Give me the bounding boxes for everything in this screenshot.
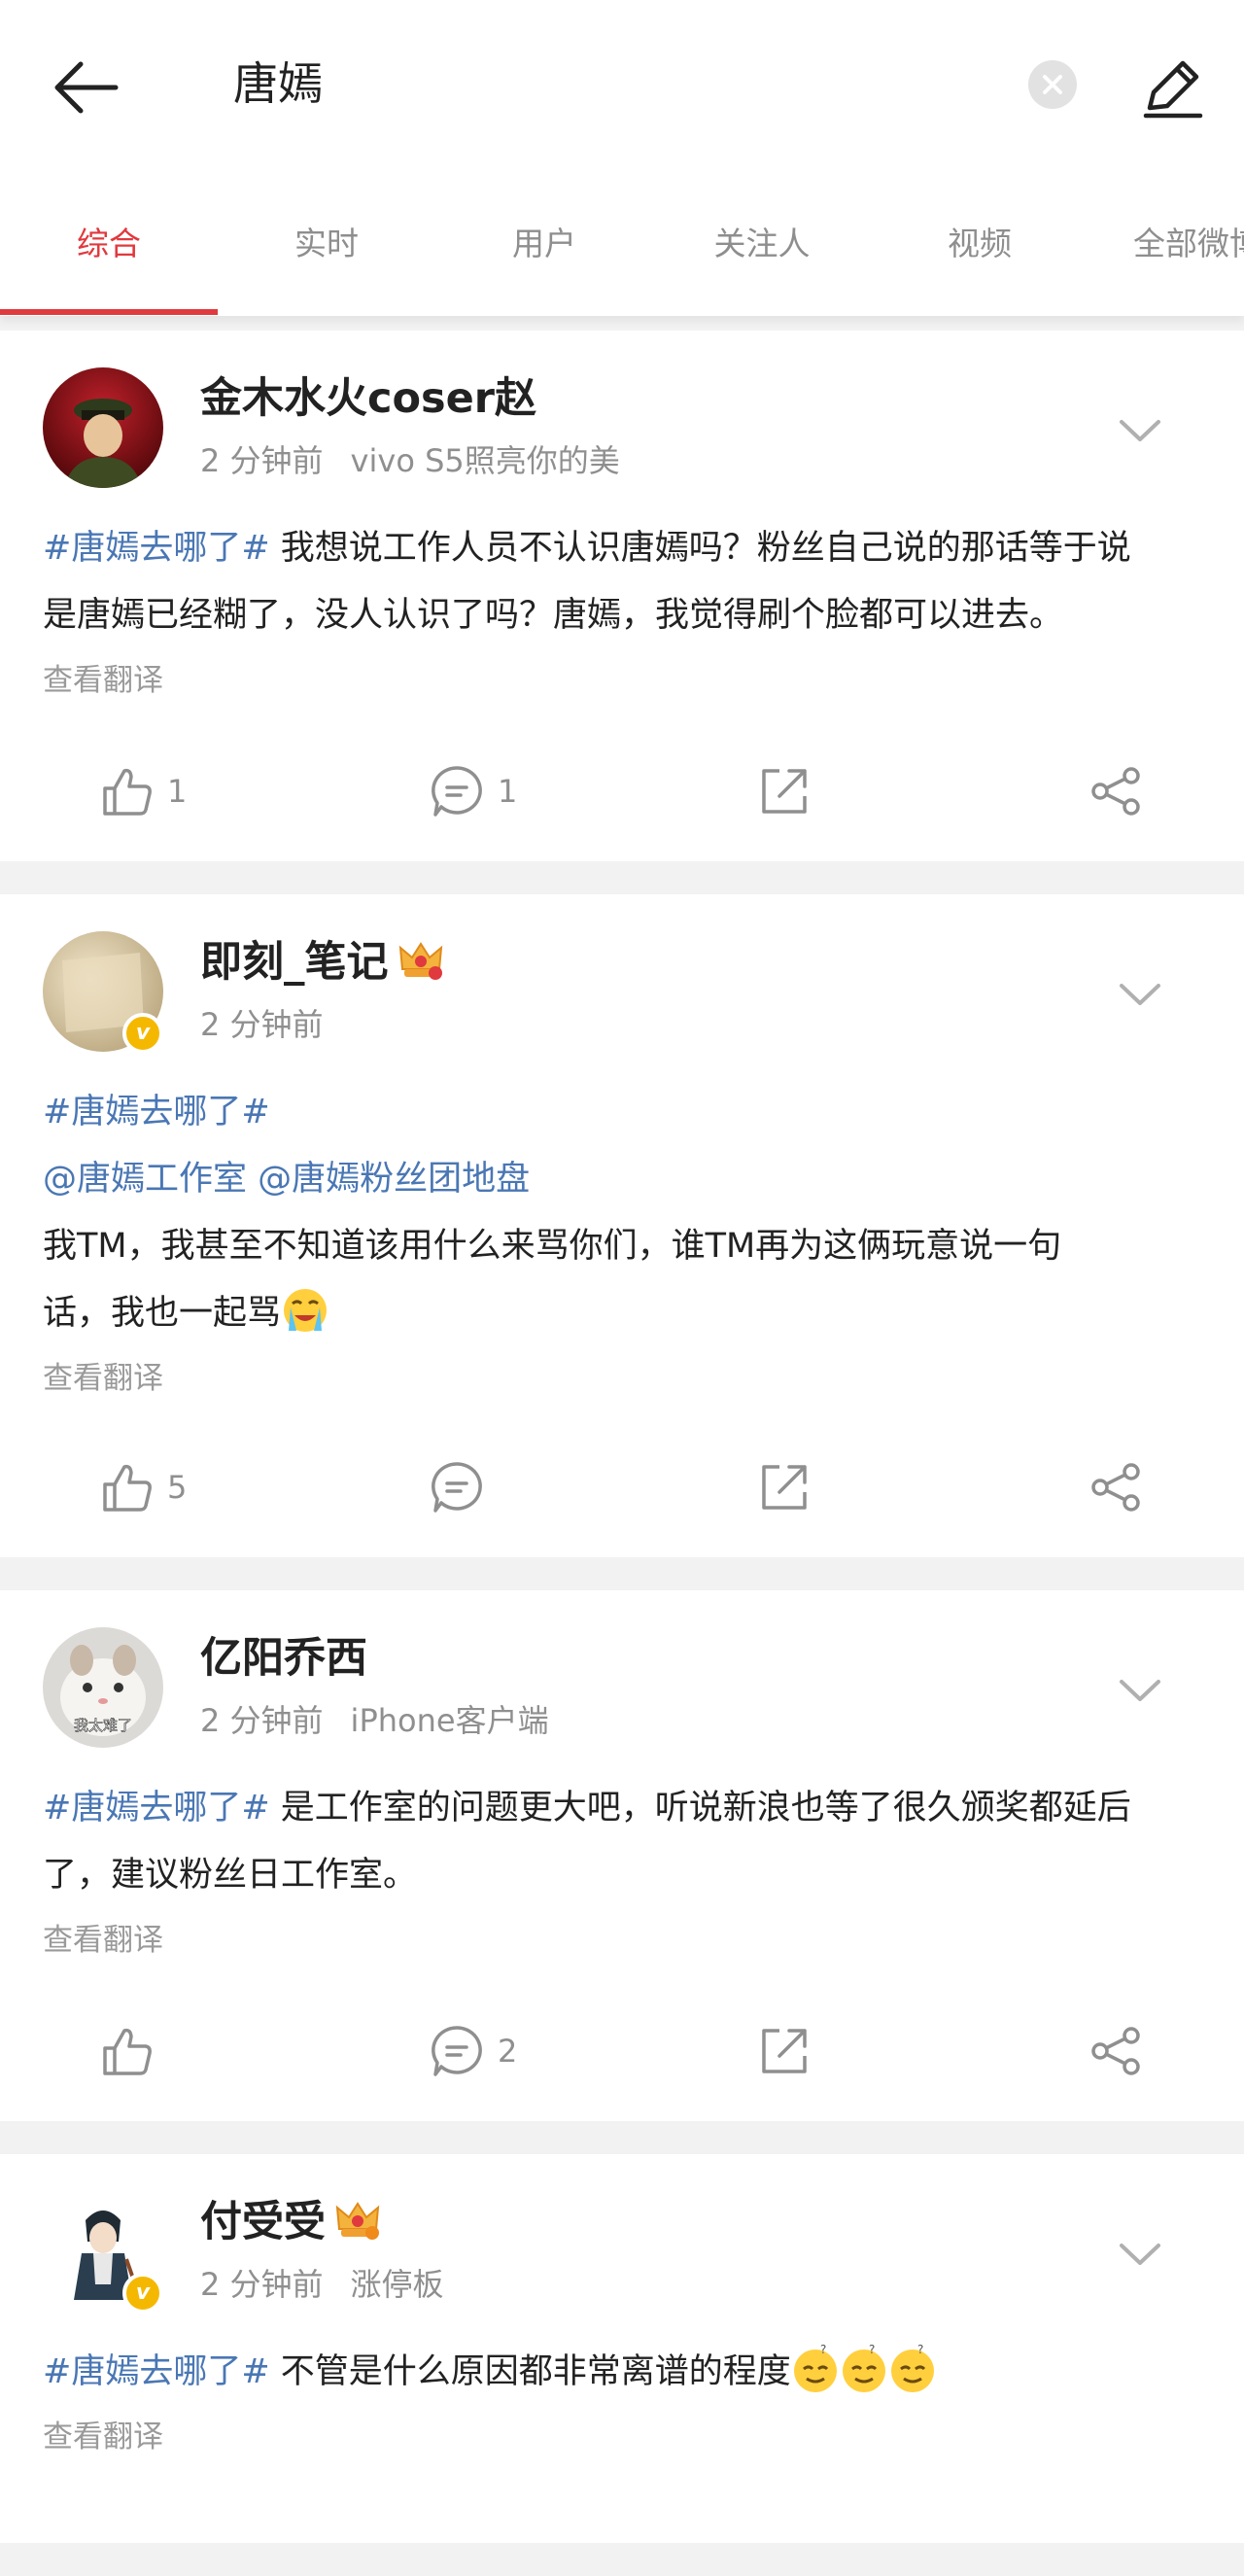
post-meta: 2 分钟前 <box>200 1003 324 1046</box>
post-text: #唐嫣去哪了# @唐嫣工作室 @唐嫣粉丝团地盘 我TM，我甚至不知道该用什么来骂… <box>43 1079 1209 1406</box>
tab-following[interactable]: 关注人 <box>653 222 871 266</box>
search-tabs: 综合 实时 用户 关注人 视频 全部微博 <box>0 175 1244 316</box>
post-source: iPhone客户端 <box>350 1702 549 1739</box>
like-button[interactable] <box>101 2022 154 2080</box>
compose-button[interactable] <box>1133 49 1211 126</box>
user-name[interactable]: 即刻_笔记 <box>200 933 443 992</box>
user-name[interactable]: 金木水火coser赵 <box>200 369 536 428</box>
repost-icon <box>762 1465 807 1510</box>
share-button[interactable] <box>1088 762 1143 820</box>
crown-badge-icon <box>398 941 442 980</box>
post-feed: 金木水火coser赵 2 分钟前 vivo S5照亮你的美 #唐嫣去哪了# 我想说… <box>0 331 1244 2576</box>
post-actions: 2 <box>0 1985 1244 2121</box>
comment-button[interactable]: 1 <box>430 762 517 820</box>
hashtag-link[interactable]: #唐嫣去哪了# <box>43 2352 270 2391</box>
tab-all-weibo[interactable]: 全部微博 <box>1088 222 1244 266</box>
share-icon <box>1091 767 1140 816</box>
tab-realtime[interactable]: 实时 <box>218 222 435 266</box>
pencil-icon <box>1143 60 1203 119</box>
translate-link[interactable]: 查看翻译 <box>43 1351 1209 1406</box>
comment-button[interactable]: 2 <box>430 2022 517 2080</box>
post-card: 我太难了 亿阳乔西 2 分钟前 iPhone客户端 #唐嫣去哪了# 是工作室的问题… <box>0 1590 1244 2121</box>
avatar-image: 我太难了 <box>43 1627 163 1748</box>
repost-button[interactable] <box>758 762 811 820</box>
tab-comprehensive[interactable]: 综合 <box>0 222 218 266</box>
user-name[interactable]: 付受受 <box>200 2193 380 2251</box>
sleepy-emoji-icon: ??? <box>793 2344 934 2392</box>
avatar-caption: 我太难了 <box>74 1717 132 1734</box>
arrow-left-icon <box>54 61 119 114</box>
post-source: 涨停板 <box>350 2266 444 2303</box>
tab-videos[interactable]: 视频 <box>871 222 1088 266</box>
hashtag-link[interactable]: #唐嫣去哪了# <box>43 1093 270 1131</box>
chevron-down-icon[interactable] <box>1116 410 1164 449</box>
repost-icon <box>762 769 807 814</box>
post-card: 金木水火coser赵 2 分钟前 vivo S5照亮你的美 #唐嫣去哪了# 我想说… <box>0 331 1244 861</box>
active-tab-indicator <box>0 309 218 315</box>
chevron-down-icon[interactable] <box>1116 974 1164 1013</box>
hashtag-link[interactable]: #唐嫣去哪了# <box>43 529 270 568</box>
post-time: 2 分钟前 <box>200 1006 324 1043</box>
comment-count: 2 <box>498 2033 518 2070</box>
post-actions: 5 <box>0 1421 1244 1557</box>
avatar[interactable]: 我太难了 <box>43 1627 163 1748</box>
back-button[interactable] <box>47 49 124 126</box>
like-button[interactable]: 5 <box>101 1458 187 1516</box>
like-count: 5 <box>167 1469 188 1506</box>
share-icon <box>1091 2027 1140 2075</box>
post-text: #唐嫣去哪了# 我想说工作人员不认识唐嫣吗？粉丝自己说的那话等于说 是唐嫣已经糊… <box>43 515 1209 708</box>
svg-text:?: ? <box>820 2344 826 2356</box>
translate-link[interactable]: 查看翻译 <box>43 653 1209 708</box>
post-source: vivo S5照亮你的美 <box>350 442 620 479</box>
clear-search-button[interactable] <box>1028 60 1077 109</box>
thumbs-up-icon <box>103 2028 152 2075</box>
like-button[interactable]: 1 <box>101 762 187 820</box>
avatar-image <box>43 367 163 488</box>
search-query-field[interactable]: 唐嫣 <box>233 54 323 113</box>
post-text: #唐嫣去哪了# 不管是什么原因都非常离谱的程度??? 查看翻译 <box>43 2339 1209 2464</box>
svg-text:?: ? <box>917 2344 923 2356</box>
share-button[interactable] <box>1088 1458 1143 1516</box>
chevron-down-icon[interactable] <box>1116 2234 1164 2273</box>
post-time: 2 分钟前 <box>200 2266 324 2303</box>
translate-link[interactable]: 查看翻译 <box>43 1913 1209 1967</box>
repost-button[interactable] <box>758 2022 811 2080</box>
comment-icon <box>432 1462 482 1513</box>
like-count: 1 <box>167 773 188 810</box>
crown-badge-icon <box>335 2201 380 2240</box>
verified-badge: v <box>122 2273 163 2314</box>
repost-icon <box>762 2029 807 2073</box>
user-name[interactable]: 亿阳乔西 <box>200 1629 367 1688</box>
repost-button[interactable] <box>758 1458 811 1516</box>
translate-link[interactable]: 查看翻译 <box>43 2410 1209 2464</box>
post-card: v 即刻_笔记 2 分钟前 #唐嫣去哪了# @唐嫣工作室 @唐嫣粉丝团地盘 我T… <box>0 894 1244 1557</box>
post-card: v 付受受 2 分钟前 涨停板 #唐嫣去哪了# 不管是什么原因都非常离谱的程度??… <box>0 2154 1244 2543</box>
chevron-down-icon[interactable] <box>1116 1670 1164 1709</box>
comment-icon <box>432 2026 482 2076</box>
post-meta: 2 分钟前 涨停板 <box>200 2263 444 2306</box>
post-actions: 1 1 <box>0 725 1244 861</box>
comment-count: 1 <box>498 773 518 810</box>
post-meta: 2 分钟前 iPhone客户端 <box>200 1699 549 1742</box>
comment-button[interactable] <box>430 1458 484 1516</box>
avatar[interactable] <box>43 367 163 488</box>
comment-icon <box>432 766 482 817</box>
verified-badge: v <box>122 1013 163 1054</box>
post-time: 2 分钟前 <box>200 442 324 479</box>
svg-text:?: ? <box>869 2344 875 2356</box>
tab-users[interactable]: 用户 <box>435 222 653 266</box>
thumbs-up-icon <box>103 768 152 816</box>
mention-links[interactable]: @唐嫣工作室 @唐嫣粉丝团地盘 <box>43 1160 530 1199</box>
post-text: #唐嫣去哪了# 是工作室的问题更大吧，听说新浪也等了很久颁奖都延后 了，建议粉丝… <box>43 1775 1209 1967</box>
thumbs-up-icon <box>103 1464 152 1512</box>
post-meta: 2 分钟前 vivo S5照亮你的美 <box>200 439 620 482</box>
share-button[interactable] <box>1088 2022 1143 2080</box>
close-icon <box>1043 75 1062 94</box>
post-time: 2 分钟前 <box>200 1702 324 1739</box>
hashtag-link[interactable]: #唐嫣去哪了# <box>43 1789 270 1828</box>
share-icon <box>1091 1463 1140 1512</box>
search-header: 唐嫣 <box>0 0 1244 175</box>
crying-emoji-icon <box>284 1289 328 1332</box>
